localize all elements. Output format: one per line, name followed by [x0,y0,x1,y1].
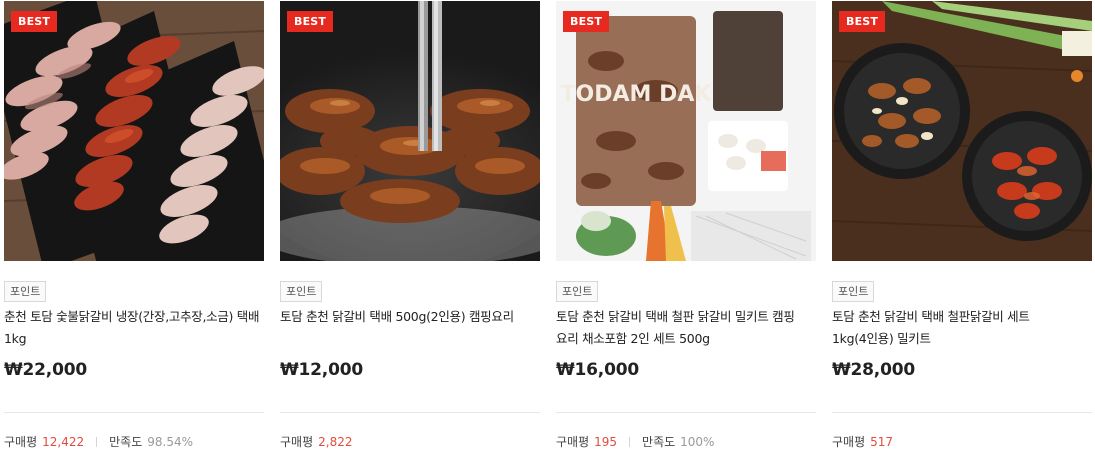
product-title[interactable]: 토담 춘천 닭갈비 택배 철판 닭갈비 밀키트 캠핑 요리 채소포함 2인 세트… [556,306,814,350]
best-badge: BEST [839,11,886,32]
review-label: 구매평 [832,435,866,449]
review-label: 구매평 [4,435,38,449]
satisfaction-label: 만족도 [642,435,676,449]
product-price: ₩28,000 [832,360,915,380]
product-card[interactable]: TODAM DAK BEST 포인트 토담 춘천 닭갈비 택배 철판 닭갈비 밀… [556,0,816,455]
point-tag: 포인트 [832,281,875,302]
separator [629,437,631,447]
review-summary: 구매평 12,422 만족도 98.54% [4,433,193,451]
point-tag: 포인트 [4,281,47,302]
divider [832,412,1092,413]
product-price: ₩12,000 [280,360,363,380]
product-title[interactable]: 춘천 토담 숯불닭갈비 냉장(간장,고추장,소금) 택배 1kg [4,306,262,350]
product-price: ₩16,000 [556,360,639,380]
review-count[interactable]: 517 [870,435,893,449]
review-count[interactable]: 2,822 [318,435,352,449]
best-badge: BEST [563,11,610,32]
product-image[interactable]: BEST [280,1,540,261]
product-grid: BEST 포인트 춘천 토담 숯불닭갈비 냉장(간장,고추장,소금) 택배 1k… [0,0,1095,455]
product-image[interactable]: TODAM DAK BEST [556,1,816,261]
review-label: 구매평 [280,435,314,449]
review-label: 구매평 [556,435,590,449]
product-price: ₩22,000 [4,360,87,380]
satisfaction-label: 만족도 [109,435,143,449]
point-tag: 포인트 [556,281,599,302]
review-count[interactable]: 12,422 [42,435,84,449]
best-badge: BEST [11,11,58,32]
separator [96,437,98,447]
product-photo-meal-kit: TODAM DAK [556,1,816,261]
review-summary: 구매평 517 [832,433,893,451]
product-photo-chicken-pans [832,1,1092,261]
package-logo-text: TODAM DAK [561,82,713,107]
product-photo-grilled-chicken [280,1,540,261]
product-card[interactable]: BEST 포인트 토담 춘천 닭갈비 택배 500g(2인용) 캠핑요리 ₩12… [280,0,540,455]
satisfaction-value: 100% [680,435,715,449]
product-photo-sliced-chicken [4,1,264,261]
divider [556,412,816,413]
divider [4,412,264,413]
review-summary: 구매평 195 만족도 100% [556,433,714,451]
product-image[interactable]: BEST [4,1,264,261]
product-card[interactable]: BEST 포인트 춘천 토담 숯불닭갈비 냉장(간장,고추장,소금) 택배 1k… [4,0,264,455]
best-badge: BEST [287,11,334,32]
point-tag: 포인트 [280,281,323,302]
product-image[interactable]: BEST [832,1,1092,261]
product-title[interactable]: 토담 춘천 닭갈비 택배 철판닭갈비 세트 1kg(4인용) 밀키트 [832,306,1090,350]
divider [280,412,540,413]
product-card[interactable]: BEST 포인트 토담 춘천 닭갈비 택배 철판닭갈비 세트 1kg(4인용) … [832,0,1092,455]
satisfaction-value: 98.54% [147,435,194,449]
review-summary: 구매평 2,822 [280,433,352,451]
product-title[interactable]: 토담 춘천 닭갈비 택배 500g(2인용) 캠핑요리 [280,306,538,328]
review-count[interactable]: 195 [594,435,617,449]
